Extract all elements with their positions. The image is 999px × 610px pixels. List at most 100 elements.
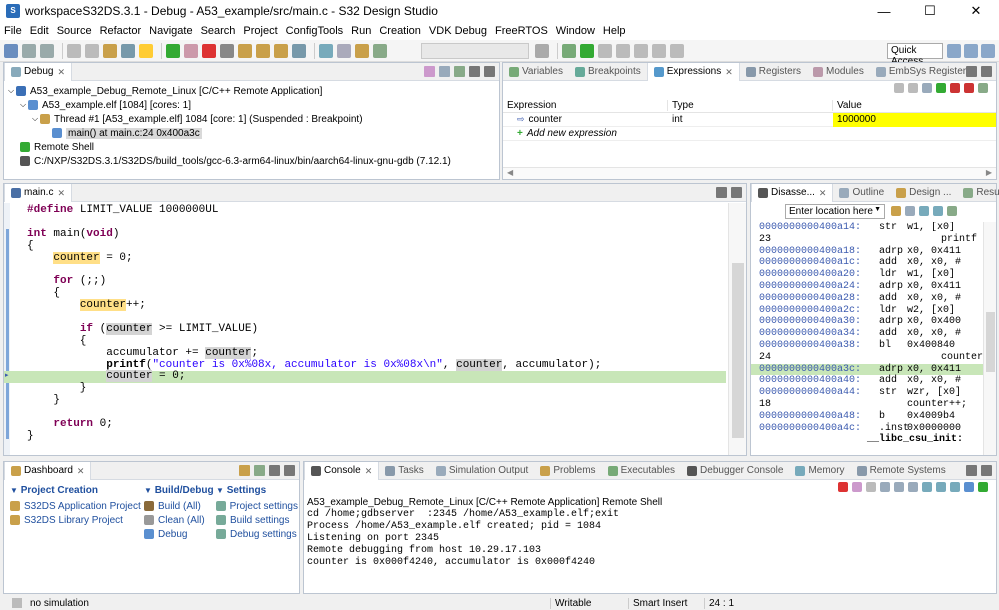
disconnect-icon[interactable]: [220, 43, 234, 58]
link-project-settings[interactable]: Project settings: [216, 499, 298, 513]
close-button[interactable]: ✕: [953, 0, 999, 22]
c-cpp-perspective-icon[interactable]: [964, 44, 978, 58]
forward-icon[interactable]: [670, 43, 684, 58]
open-perspective-icon[interactable]: [947, 44, 961, 58]
instruction-stepping-icon[interactable]: [292, 43, 306, 58]
prev-annotation-icon[interactable]: [634, 43, 648, 58]
debug-tree-process[interactable]: ⌵ A53_example.elf [1084] [cores: 1]: [8, 98, 499, 112]
view-menu-icon[interactable]: [454, 66, 465, 77]
maximize-view-icon[interactable]: [981, 66, 992, 77]
view-menu-icon[interactable]: [254, 465, 265, 476]
scroll-right-icon[interactable]: ▶: [986, 168, 992, 177]
tab-breakpoints[interactable]: Breakpoints: [569, 63, 647, 81]
display-console-icon[interactable]: [964, 482, 974, 492]
suspend-icon[interactable]: [184, 43, 198, 58]
minimize-view-icon[interactable]: [469, 66, 480, 77]
console-output[interactable]: A53_example_Debug_Remote_Linux [C/C++ Re…: [304, 494, 996, 569]
step-into-icon[interactable]: [238, 43, 252, 58]
step-return-icon[interactable]: [274, 43, 288, 58]
link-clean-all[interactable]: Clean (All): [144, 513, 216, 527]
run-icon[interactable]: [580, 43, 594, 58]
tab-tasks[interactable]: Tasks: [379, 462, 430, 480]
debug-tree-gdb[interactable]: C:/NXP/S32DS.3.1/S32DS/build_tools/gcc-6…: [8, 154, 499, 168]
collapse-icon[interactable]: [439, 66, 450, 77]
remove-terminated-icon[interactable]: [424, 66, 435, 77]
redo-icon[interactable]: [85, 43, 99, 58]
expression-row[interactable]: ⇨ counter int 1000000: [503, 112, 996, 127]
close-icon[interactable]: ✕: [57, 184, 65, 202]
build-icon[interactable]: [103, 43, 117, 58]
menu-source[interactable]: Source: [57, 25, 92, 37]
debug-tree-launch[interactable]: ⌵ A53_example_Debug_Remote_Linux [C/C++ R…: [8, 84, 499, 98]
new-icon[interactable]: [4, 43, 18, 58]
debug-launch-icon[interactable]: [319, 43, 333, 58]
editor-scroll-thumb[interactable]: [732, 263, 744, 438]
link-debug-settings[interactable]: Debug settings: [216, 527, 298, 541]
next-annotation-icon[interactable]: [616, 43, 630, 58]
disassembly-scrollbar[interactable]: [983, 222, 996, 455]
menu-window[interactable]: Window: [556, 25, 595, 37]
debug-tree-thread[interactable]: ⌵ Thread #1 [A53_example.elf] 1084 [core:…: [8, 112, 499, 126]
remove-launch-icon[interactable]: [852, 482, 862, 492]
menu-edit[interactable]: Edit: [30, 25, 49, 37]
minimize-button[interactable]: —: [861, 0, 907, 22]
settings-icon[interactable]: [239, 465, 250, 476]
status-insert-mode[interactable]: Smart Insert: [628, 597, 704, 609]
sync-icon[interactable]: [933, 206, 943, 216]
menu-run[interactable]: Run: [351, 25, 371, 37]
scroll-lock-icon[interactable]: [894, 482, 904, 492]
debug-perspective-icon[interactable]: [981, 44, 995, 58]
tab-debugger-console[interactable]: Debugger Console: [681, 462, 789, 480]
word-wrap-icon[interactable]: [908, 482, 918, 492]
show-stderr-icon[interactable]: [936, 482, 946, 492]
clear-console-icon[interactable]: [880, 482, 890, 492]
undo-icon[interactable]: [67, 43, 81, 58]
tab-executables[interactable]: Executables: [602, 462, 681, 480]
col-expression[interactable]: Expression: [503, 100, 668, 111]
terminate-icon[interactable]: [202, 43, 216, 58]
tab-remote-systems[interactable]: Remote Systems: [851, 462, 952, 480]
menu-file[interactable]: File: [4, 25, 22, 37]
save-icon[interactable]: [22, 43, 36, 58]
close-icon[interactable]: ✕: [365, 462, 373, 480]
maximize-view-icon[interactable]: [484, 66, 495, 77]
gear-icon[interactable]: [535, 43, 549, 58]
step-over-icon[interactable]: [256, 43, 270, 58]
tab-embsys-registers[interactable]: EmbSys Registers: [870, 63, 977, 81]
tab-console[interactable]: Console ✕: [304, 461, 380, 480]
back-icon[interactable]: [652, 43, 666, 58]
maximize-button[interactable]: ☐: [907, 0, 953, 22]
skip-breakpoints-icon[interactable]: [139, 43, 153, 58]
resume-icon[interactable]: [166, 43, 180, 58]
disassembly-scroll-thumb[interactable]: [986, 312, 995, 372]
tab-dashboard[interactable]: Dashboard ✕: [4, 461, 92, 480]
show-type-names-icon[interactable]: [894, 83, 904, 93]
menu-project[interactable]: Project: [243, 25, 277, 37]
close-icon[interactable]: ✕: [77, 462, 85, 480]
tab-problems[interactable]: Problems: [534, 462, 601, 480]
menu-creation[interactable]: Creation: [379, 25, 421, 37]
tab-debug[interactable]: Debug ✕: [4, 62, 73, 81]
expand-icon[interactable]: ⌵: [8, 86, 16, 96]
save-all-icon[interactable]: [40, 43, 54, 58]
expand-icon[interactable]: ⌵: [20, 100, 28, 110]
show-logical-icon[interactable]: [908, 83, 918, 93]
disassembly-lines[interactable]: 0000000000400a14: str w1, [x0] 23 printf 00…: [751, 222, 983, 446]
search-icon[interactable]: [373, 43, 387, 58]
minimize-view-icon[interactable]: [966, 465, 977, 476]
collapse-all-icon[interactable]: [922, 83, 932, 93]
location-input[interactable]: Enter location here ▼: [785, 203, 885, 219]
close-icon[interactable]: ✕: [725, 63, 733, 81]
tab-expressions[interactable]: Expressions ✕: [646, 62, 740, 81]
show-stdout-icon[interactable]: [922, 482, 932, 492]
close-icon[interactable]: ✕: [57, 63, 65, 81]
add-expression-icon[interactable]: [936, 83, 946, 93]
expressions-scrollbar[interactable]: ◀ ▶: [503, 167, 996, 179]
menu-search[interactable]: Search: [201, 25, 236, 37]
editor-scrollbar[interactable]: [728, 203, 746, 455]
add-expression-row[interactable]: + Add new expression: [503, 127, 996, 141]
remove-all-icon[interactable]: [964, 83, 974, 93]
home-icon[interactable]: [891, 206, 901, 216]
menu-vdk-debug[interactable]: VDK Debug: [429, 25, 487, 37]
remove-icon[interactable]: [950, 83, 960, 93]
